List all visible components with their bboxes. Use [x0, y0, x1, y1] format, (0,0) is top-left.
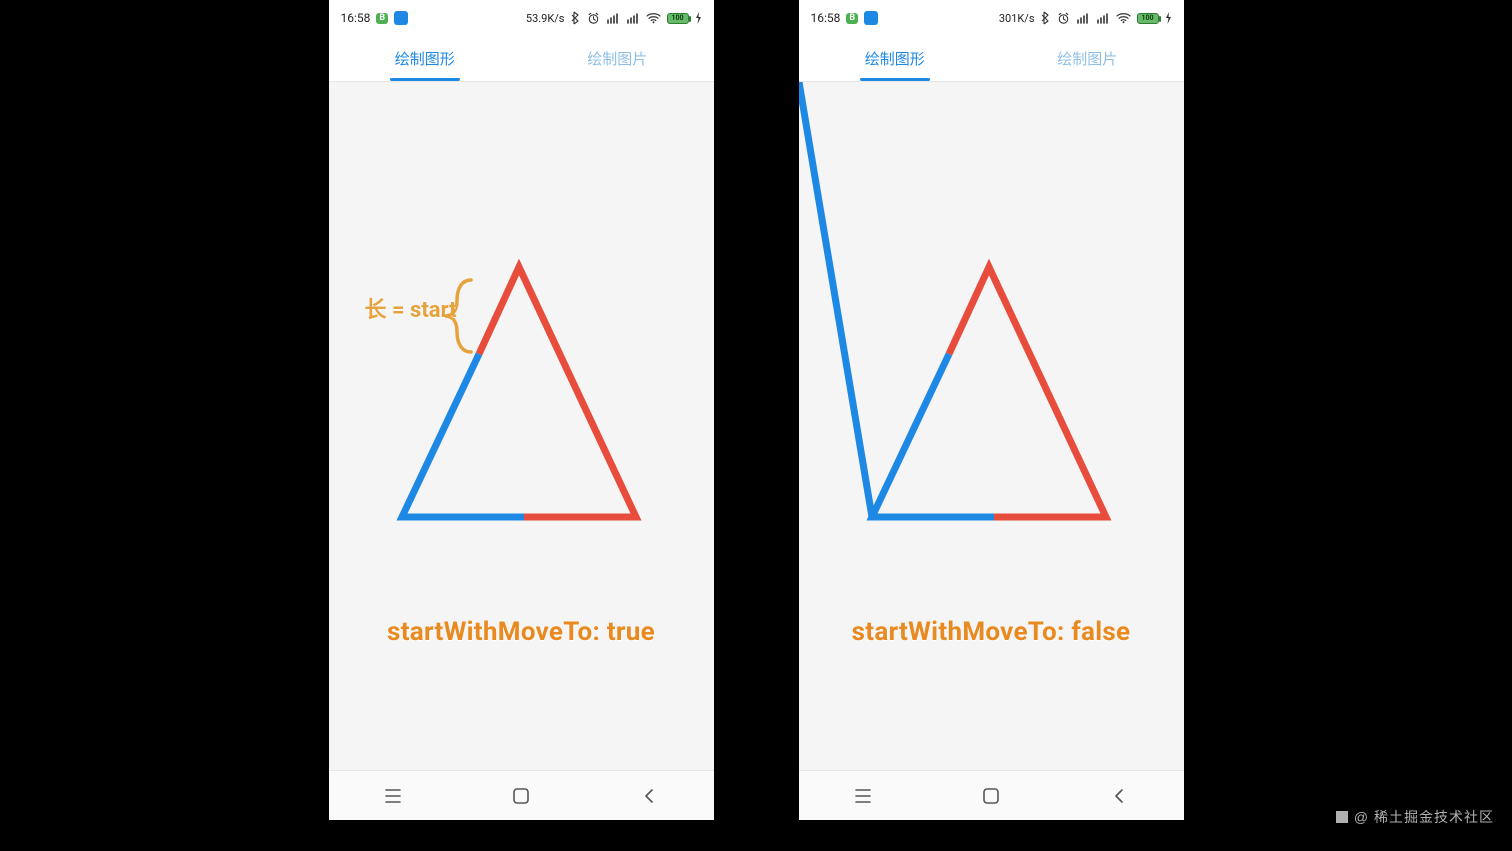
tab-bar: 绘制图形 绘制图片 [329, 36, 714, 82]
figure-caption: startWithMoveTo: true [329, 617, 714, 647]
status-network-speed: 301K/s [999, 12, 1035, 25]
tab-draw-image[interactable]: 绘制图片 [521, 36, 714, 81]
tab-label: 绘制图片 [1057, 48, 1117, 69]
watermark-icon [1336, 811, 1348, 823]
bluetooth-icon [571, 11, 581, 25]
status-app-badge: B [846, 13, 858, 24]
canvas-area: 长 = start startWithMoveTo: true [329, 82, 714, 770]
tab-label: 绘制图片 [587, 48, 647, 69]
triangle-blue-segment [872, 354, 994, 517]
annotation-label: 长 = start [365, 292, 457, 324]
tab-draw-image[interactable]: 绘制图片 [991, 36, 1184, 81]
signal-hd-icon [606, 12, 620, 24]
triangle-red-segment [479, 267, 636, 517]
battery-icon: 100 [1137, 13, 1159, 24]
phones-row: 16:58 B 53.9K/s [329, 0, 1184, 820]
charging-icon [695, 12, 702, 24]
battery-icon: 100 [667, 13, 689, 24]
drawing [799, 82, 1184, 770]
alarm-icon [587, 12, 600, 25]
tab-draw-shape[interactable]: 绘制图形 [329, 36, 522, 81]
nav-home-button[interactable] [971, 776, 1011, 816]
figure-caption: startWithMoveTo: false [799, 617, 1184, 647]
system-nav-bar [329, 770, 714, 820]
triangle-blue-segment [402, 354, 524, 517]
stage: 16:58 B 53.9K/s [0, 0, 1512, 851]
statusbar: 16:58 B 53.9K/s [329, 0, 714, 36]
charging-icon [1165, 12, 1172, 24]
status-app-icon [394, 11, 408, 25]
signal-hd-icon [1076, 12, 1090, 24]
status-time: 16:58 [811, 11, 841, 25]
tab-label: 绘制图形 [865, 48, 925, 69]
phone-left: 16:58 B 53.9K/s [329, 0, 714, 820]
nav-home-button[interactable] [501, 776, 541, 816]
statusbar: 16:58 B 301K/s [799, 0, 1184, 36]
status-app-badge: B [376, 13, 388, 24]
nav-back-button[interactable] [1099, 776, 1139, 816]
status-app-icon [864, 11, 878, 25]
triangle-red-segment [949, 267, 1106, 517]
nav-menu-button[interactable] [373, 776, 413, 816]
wifi-icon [646, 12, 661, 24]
wifi-icon [1116, 12, 1131, 24]
alarm-icon [1057, 12, 1070, 25]
status-time: 16:58 [341, 11, 371, 25]
signal-icon [1096, 12, 1110, 24]
tab-bar: 绘制图形 绘制图片 [799, 36, 1184, 82]
signal-icon [626, 12, 640, 24]
tab-label: 绘制图形 [395, 48, 455, 69]
nav-back-button[interactable] [629, 776, 669, 816]
nav-menu-button[interactable] [843, 776, 883, 816]
watermark: @ 稀土掘金技术社区 [1336, 807, 1494, 827]
drawing [329, 82, 714, 770]
watermark-text: @ 稀土掘金技术社区 [1354, 807, 1494, 827]
canvas-area: startWithMoveTo: false [799, 82, 1184, 770]
tab-draw-shape[interactable]: 绘制图形 [799, 36, 992, 81]
system-nav-bar [799, 770, 1184, 820]
bluetooth-icon [1041, 11, 1051, 25]
status-network-speed: 53.9K/s [526, 12, 565, 25]
phone-right: 16:58 B 301K/s [799, 0, 1184, 820]
extra-blue-line [799, 82, 872, 517]
